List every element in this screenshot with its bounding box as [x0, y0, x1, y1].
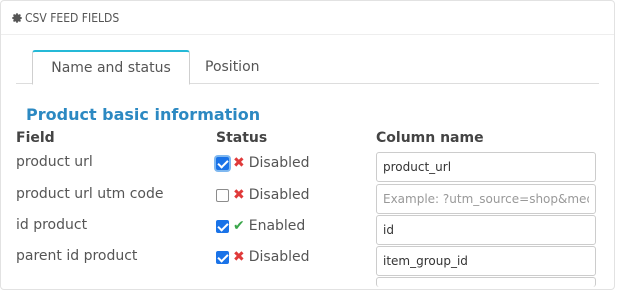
- field-label-id-product: id product: [16, 217, 88, 233]
- section-title: Product basic information: [26, 105, 261, 124]
- status-text: Disabled: [248, 249, 310, 265]
- check-icon: ✔: [233, 218, 245, 234]
- column-name-input-next[interactable]: [376, 277, 596, 287]
- status-checkbox[interactable]: [216, 219, 229, 233]
- status-checkbox[interactable]: [216, 156, 229, 170]
- column-header-column-name: Column name: [376, 130, 484, 146]
- x-icon: ✖: [233, 155, 245, 171]
- panel-heading: CSV FEED FIELDS: [1, 1, 614, 35]
- field-label-parent-id-product: parent id product: [16, 248, 138, 264]
- column-header-status: Status: [216, 130, 268, 146]
- field-label-product-url: product url: [16, 154, 93, 170]
- status-checkbox[interactable]: [216, 250, 229, 264]
- x-icon: ✖: [233, 187, 245, 203]
- field-label-product-url-utm-code: product url utm code: [16, 186, 164, 202]
- status-product-url: ✖ Disabled: [216, 155, 310, 171]
- status-checkbox[interactable]: [216, 188, 229, 202]
- x-icon: ✖: [233, 249, 245, 265]
- column-name-input-utm-code[interactable]: [376, 184, 596, 214]
- status-parent-id-product: ✖ Disabled: [216, 249, 310, 265]
- tab-name-and-status[interactable]: Name and status: [32, 50, 190, 85]
- tab-bar: Name and status Position: [16, 50, 599, 85]
- column-header-field: Field: [16, 130, 55, 146]
- status-product-url-utm-code: ✖ Disabled: [216, 187, 310, 203]
- column-name-input-parent-id-product[interactable]: [376, 246, 596, 276]
- panel-title: CSV FEED FIELDS: [25, 11, 120, 25]
- status-text: Disabled: [248, 187, 310, 203]
- status-text: Enabled: [248, 218, 306, 234]
- status-text: Disabled: [248, 155, 310, 171]
- status-id-product: ✔ Enabled: [216, 218, 305, 234]
- gear-icon: [12, 13, 22, 23]
- column-name-input-id-product[interactable]: [376, 215, 596, 245]
- tab-position[interactable]: Position: [205, 50, 260, 84]
- column-name-input-product-url[interactable]: [376, 152, 596, 182]
